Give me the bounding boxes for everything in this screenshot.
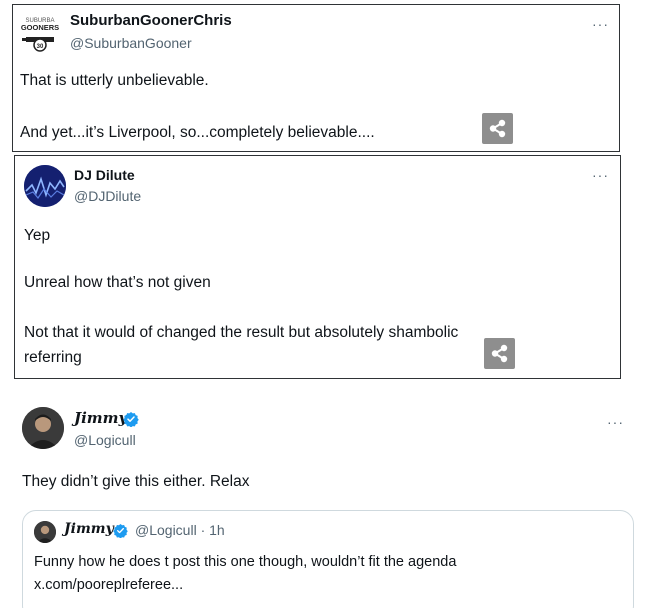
tweet-card[interactable]: DJ Dilute @DJDilute ··· Yep Unreal how t… [14, 155, 621, 379]
more-options-icon[interactable]: ··· [592, 168, 609, 182]
avatar[interactable] [24, 165, 66, 207]
handle[interactable]: @Logicull [74, 432, 136, 448]
profile-photo-icon [34, 521, 56, 543]
tweet-card[interactable]: SUBURBA GOONERS 30 SuburbanGoonerChris @… [12, 4, 620, 152]
tweet-text-line: Unreal how that’s not given [24, 274, 211, 291]
tweet-card[interactable]: Jimmy @Logicull ··· They didn’t give thi… [10, 397, 640, 608]
display-name[interactable]: SuburbanGoonerChris [70, 12, 232, 29]
svg-text:GOONERS: GOONERS [21, 23, 59, 32]
quoted-link[interactable]: x.com/pooreplreferee... [34, 577, 183, 593]
quoted-text-line: Funny how he does t post this one though… [34, 554, 457, 570]
avatar[interactable] [22, 407, 64, 449]
share-button[interactable] [482, 113, 513, 144]
share-icon [491, 344, 508, 363]
suburban-gooners-logo-icon: SUBURBA GOONERS 30 [21, 18, 59, 52]
profile-photo-icon [22, 407, 64, 449]
tweet-text-line: And yet...it’s Liverpool, so...completel… [20, 124, 375, 141]
dj-waveform-avatar-icon [24, 165, 66, 207]
tweet-screenshot-collage: SUBURBA GOONERS 30 SuburbanGoonerChris @… [0, 0, 650, 608]
quoted-display-name[interactable]: Jimmy [64, 521, 114, 537]
tweet-text-line: Not that it would of changed the result … [24, 324, 459, 341]
tweet-text-line: They didn’t give this either. Relax [22, 473, 250, 490]
more-options-icon[interactable]: ··· [607, 415, 624, 429]
tweet-text-line: That is utterly unbelievable. [20, 72, 209, 89]
handle[interactable]: @SuburbanGooner [70, 35, 192, 51]
avatar[interactable]: SUBURBA GOONERS 30 [20, 13, 60, 53]
display-name[interactable]: DJ Dilute [74, 167, 135, 183]
tweet-text-line: referring [24, 349, 82, 366]
handle[interactable]: @DJDilute [74, 188, 141, 204]
tweet-text-line: Yep [24, 227, 51, 244]
more-options-icon[interactable]: ··· [592, 17, 609, 31]
quoted-avatar[interactable] [34, 521, 56, 543]
svg-text:30: 30 [37, 44, 44, 50]
quoted-handle-time[interactable]: @Logicull · 1h [135, 522, 225, 538]
share-icon [489, 119, 506, 138]
display-name[interactable]: Jimmy [74, 409, 127, 427]
verified-badge-icon [123, 412, 139, 427]
verified-badge-icon [113, 523, 128, 538]
quoted-tweet[interactable]: Jimmy @Logicull · 1h Funny how he does t… [22, 510, 634, 608]
share-button[interactable] [484, 338, 515, 369]
